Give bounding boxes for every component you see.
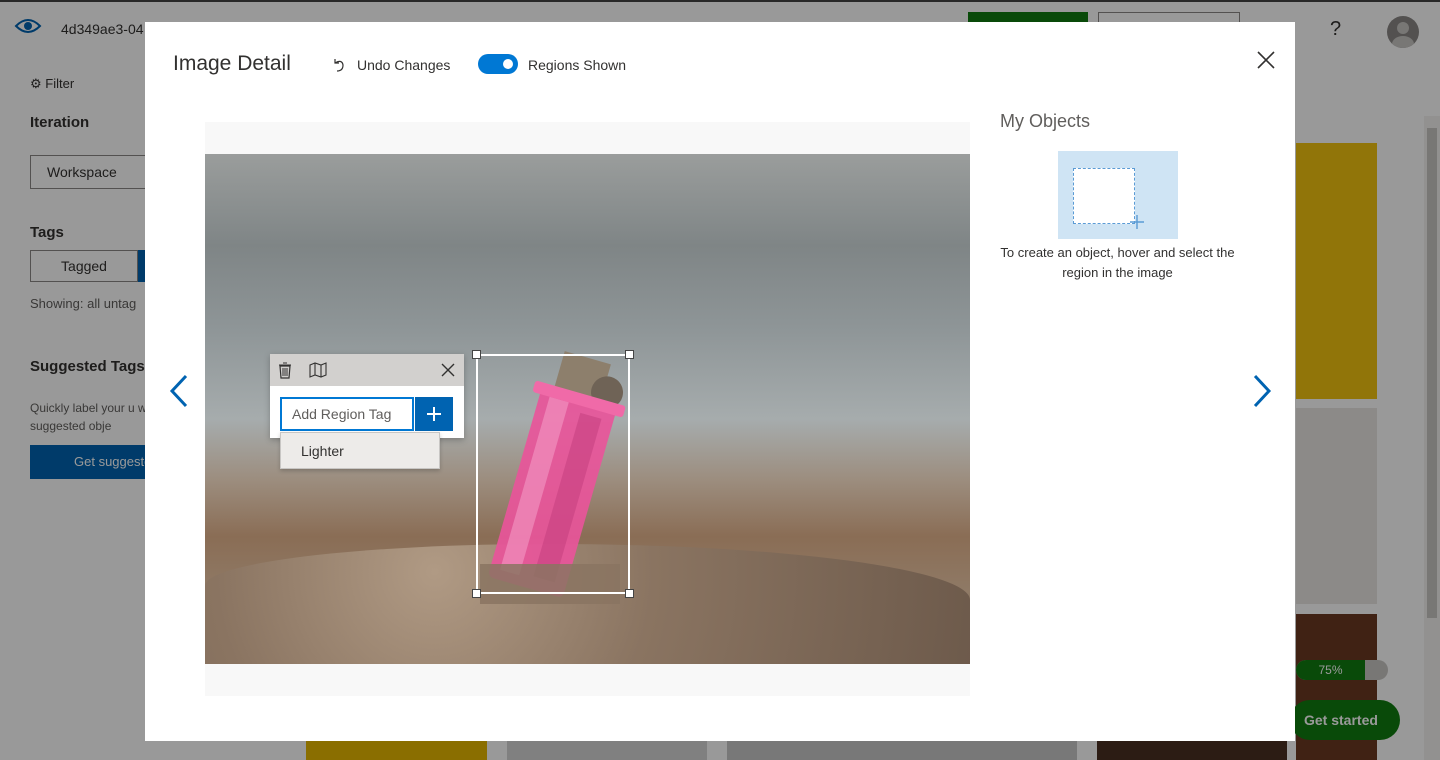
objects-hint-text: To create an object, hover and select th… xyxy=(1000,245,1235,280)
image-detail-dialog: Image Detail Undo Changes Regions Shown xyxy=(145,22,1295,741)
my-objects-heading: My Objects xyxy=(1000,111,1091,131)
toggle-knob xyxy=(503,59,513,69)
chevron-left-icon[interactable] xyxy=(168,374,192,408)
dialog-title: Image Detail xyxy=(173,52,291,75)
regions-shown-label: Regions Shown xyxy=(528,57,627,73)
add-tag-button[interactable] xyxy=(415,397,453,431)
undo-label: Undo Changes xyxy=(357,57,451,73)
map-icon[interactable] xyxy=(308,360,328,380)
add-region-tag-input[interactable] xyxy=(280,397,414,431)
regions-shown-toggle[interactable] xyxy=(478,54,518,74)
region-bounding-box[interactable] xyxy=(472,350,634,598)
chevron-right-icon[interactable] xyxy=(1249,374,1273,408)
resize-handle[interactable] xyxy=(625,350,634,359)
region-tag-editor xyxy=(270,354,464,438)
placeholder-region xyxy=(1073,168,1135,224)
close-icon[interactable] xyxy=(1255,49,1277,71)
plus-icon xyxy=(427,407,441,421)
plus-icon xyxy=(1130,215,1144,229)
resize-handle[interactable] xyxy=(472,350,481,359)
undo-changes-button[interactable]: Undo Changes xyxy=(331,55,450,75)
resize-handle[interactable] xyxy=(472,589,481,598)
object-placeholder xyxy=(1058,151,1178,239)
region-toolbar xyxy=(270,354,464,386)
undo-icon xyxy=(334,59,344,72)
delete-icon[interactable] xyxy=(275,360,295,380)
resize-handle[interactable] xyxy=(625,589,634,598)
close-icon[interactable] xyxy=(438,360,458,380)
tag-suggestion-item[interactable]: Lighter xyxy=(280,432,440,469)
